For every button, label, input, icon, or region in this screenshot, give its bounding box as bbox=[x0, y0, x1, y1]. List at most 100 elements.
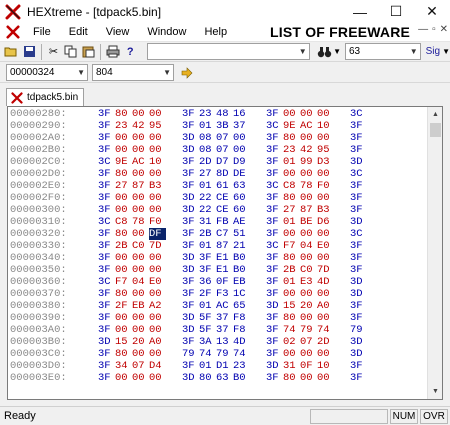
hex-byte[interactable]: 3F bbox=[350, 360, 367, 372]
hex-byte[interactable]: 3F bbox=[98, 108, 115, 120]
hex-byte[interactable]: FB bbox=[216, 216, 233, 228]
hex-byte[interactable]: 2B bbox=[115, 240, 132, 252]
hex-byte[interactable]: 3F bbox=[266, 168, 283, 180]
hex-byte[interactable]: 61 bbox=[216, 180, 233, 192]
hex-byte[interactable]: 3D bbox=[350, 288, 367, 300]
hex-byte[interactable]: 0F bbox=[300, 360, 317, 372]
hex-byte[interactable]: 3D bbox=[182, 132, 199, 144]
child-close-icon[interactable]: ✕ bbox=[440, 24, 448, 35]
hex-byte[interactable]: 74 bbox=[317, 324, 334, 336]
hex-byte[interactable]: 3C bbox=[98, 216, 115, 228]
hex-byte[interactable]: 07 bbox=[216, 132, 233, 144]
hex-byte[interactable]: 00 bbox=[317, 228, 334, 240]
hex-byte[interactable]: 79 bbox=[216, 348, 233, 360]
hex-byte[interactable]: 21 bbox=[233, 240, 250, 252]
hex-byte[interactable]: 13 bbox=[216, 336, 233, 348]
hex-byte[interactable]: F0 bbox=[149, 216, 166, 228]
hex-byte[interactable]: 00 bbox=[149, 348, 166, 360]
hex-byte[interactable]: 01 bbox=[283, 276, 300, 288]
hex-byte[interactable]: 01 bbox=[283, 216, 300, 228]
hex-byte[interactable]: 3C bbox=[266, 240, 283, 252]
hex-byte[interactable]: 07 bbox=[216, 144, 233, 156]
hex-byte[interactable]: 20 bbox=[300, 300, 317, 312]
hex-byte[interactable]: 27 bbox=[115, 180, 132, 192]
hex-byte[interactable]: 3F bbox=[199, 252, 216, 264]
hex-byte[interactable]: 04 bbox=[300, 240, 317, 252]
hex-byte[interactable]: 00 bbox=[132, 192, 149, 204]
hex-byte[interactable]: 3F bbox=[182, 288, 199, 300]
hex-byte[interactable]: 07 bbox=[300, 336, 317, 348]
hex-byte[interactable]: 3F bbox=[266, 252, 283, 264]
hex-byte[interactable]: 3F bbox=[98, 180, 115, 192]
hex-byte[interactable]: 3F bbox=[266, 108, 283, 120]
hex-byte[interactable]: 2B bbox=[283, 264, 300, 276]
hex-byte[interactable]: 00 bbox=[300, 108, 317, 120]
hex-byte[interactable]: 08 bbox=[199, 132, 216, 144]
hex-byte[interactable]: 23 bbox=[233, 360, 250, 372]
hex-byte[interactable]: 80 bbox=[199, 372, 216, 384]
hex-byte[interactable]: D1 bbox=[216, 360, 233, 372]
hex-byte[interactable]: 00 bbox=[132, 168, 149, 180]
hex-byte[interactable]: EB bbox=[132, 300, 149, 312]
hex-byte[interactable]: 37 bbox=[233, 120, 250, 132]
hex-byte[interactable]: 00 bbox=[115, 264, 132, 276]
hex-byte[interactable]: 3D bbox=[350, 156, 367, 168]
hex-byte[interactable]: 1C bbox=[233, 288, 250, 300]
hex-byte[interactable]: 7D bbox=[149, 240, 166, 252]
hex-byte[interactable]: 00 bbox=[300, 192, 317, 204]
hex-byte[interactable]: 79 bbox=[300, 324, 317, 336]
hex-byte[interactable]: 80 bbox=[283, 372, 300, 384]
hex-byte[interactable]: 3F bbox=[182, 180, 199, 192]
hex-byte[interactable]: C0 bbox=[132, 240, 149, 252]
hex-byte[interactable]: 22 bbox=[199, 192, 216, 204]
hex-byte[interactable]: 99 bbox=[300, 156, 317, 168]
hex-byte[interactable]: 23 bbox=[283, 144, 300, 156]
hex-byte[interactable]: 3F bbox=[98, 372, 115, 384]
hex-byte[interactable]: 27 bbox=[199, 168, 216, 180]
hex-byte[interactable]: CE bbox=[216, 192, 233, 204]
hex-byte[interactable]: 3F bbox=[266, 324, 283, 336]
hex-byte[interactable]: 42 bbox=[300, 144, 317, 156]
hex-byte[interactable]: 00 bbox=[115, 372, 132, 384]
hex-byte[interactable]: 00 bbox=[283, 348, 300, 360]
hex-byte[interactable]: AC bbox=[300, 120, 317, 132]
hex-byte[interactable]: 3D bbox=[182, 324, 199, 336]
hex-byte[interactable]: 00 bbox=[132, 144, 149, 156]
hex-byte[interactable]: 00 bbox=[283, 228, 300, 240]
menu-file[interactable]: File bbox=[24, 26, 60, 38]
hex-byte[interactable]: 00 bbox=[149, 312, 166, 324]
hex-byte[interactable]: 0F bbox=[216, 276, 233, 288]
hex-byte[interactable]: 80 bbox=[283, 312, 300, 324]
hex-byte[interactable]: 3F bbox=[266, 216, 283, 228]
hex-byte[interactable]: 16 bbox=[233, 108, 250, 120]
hex-byte[interactable]: 00 bbox=[115, 324, 132, 336]
hex-byte[interactable]: 00 bbox=[149, 372, 166, 384]
hex-byte[interactable]: 37 bbox=[216, 312, 233, 324]
hex-byte[interactable]: 00 bbox=[149, 288, 166, 300]
hex-byte[interactable]: 3F bbox=[266, 372, 283, 384]
hex-byte[interactable]: 01 bbox=[283, 156, 300, 168]
hex-byte[interactable]: 27 bbox=[283, 204, 300, 216]
hex-byte[interactable]: A2 bbox=[149, 300, 166, 312]
hex-byte[interactable]: 3F bbox=[266, 348, 283, 360]
hex-byte[interactable]: 00 bbox=[233, 132, 250, 144]
hex-byte[interactable]: 3F bbox=[98, 252, 115, 264]
hex-byte[interactable]: 3C bbox=[350, 108, 367, 120]
hex-byte[interactable]: 00 bbox=[115, 204, 132, 216]
hex-byte[interactable]: E1 bbox=[216, 252, 233, 264]
hex-byte[interactable]: 2D bbox=[317, 336, 334, 348]
hex-byte[interactable]: B3 bbox=[317, 204, 334, 216]
hex-byte[interactable]: 23 bbox=[199, 108, 216, 120]
hex-byte[interactable]: 80 bbox=[115, 108, 132, 120]
hex-byte[interactable]: 78 bbox=[300, 180, 317, 192]
menu-help[interactable]: Help bbox=[195, 26, 236, 38]
hex-byte[interactable]: 3F bbox=[350, 240, 367, 252]
copy-icon[interactable] bbox=[62, 43, 79, 61]
search-mode-combo[interactable]: ▼ bbox=[146, 43, 310, 60]
hex-byte[interactable]: 15 bbox=[283, 300, 300, 312]
hex-byte[interactable]: 3F bbox=[350, 300, 367, 312]
child-minimize-icon[interactable]: — bbox=[418, 24, 428, 35]
hex-byte[interactable]: 3D bbox=[350, 276, 367, 288]
hex-byte[interactable]: 78 bbox=[132, 216, 149, 228]
hex-byte[interactable]: C8 bbox=[115, 216, 132, 228]
